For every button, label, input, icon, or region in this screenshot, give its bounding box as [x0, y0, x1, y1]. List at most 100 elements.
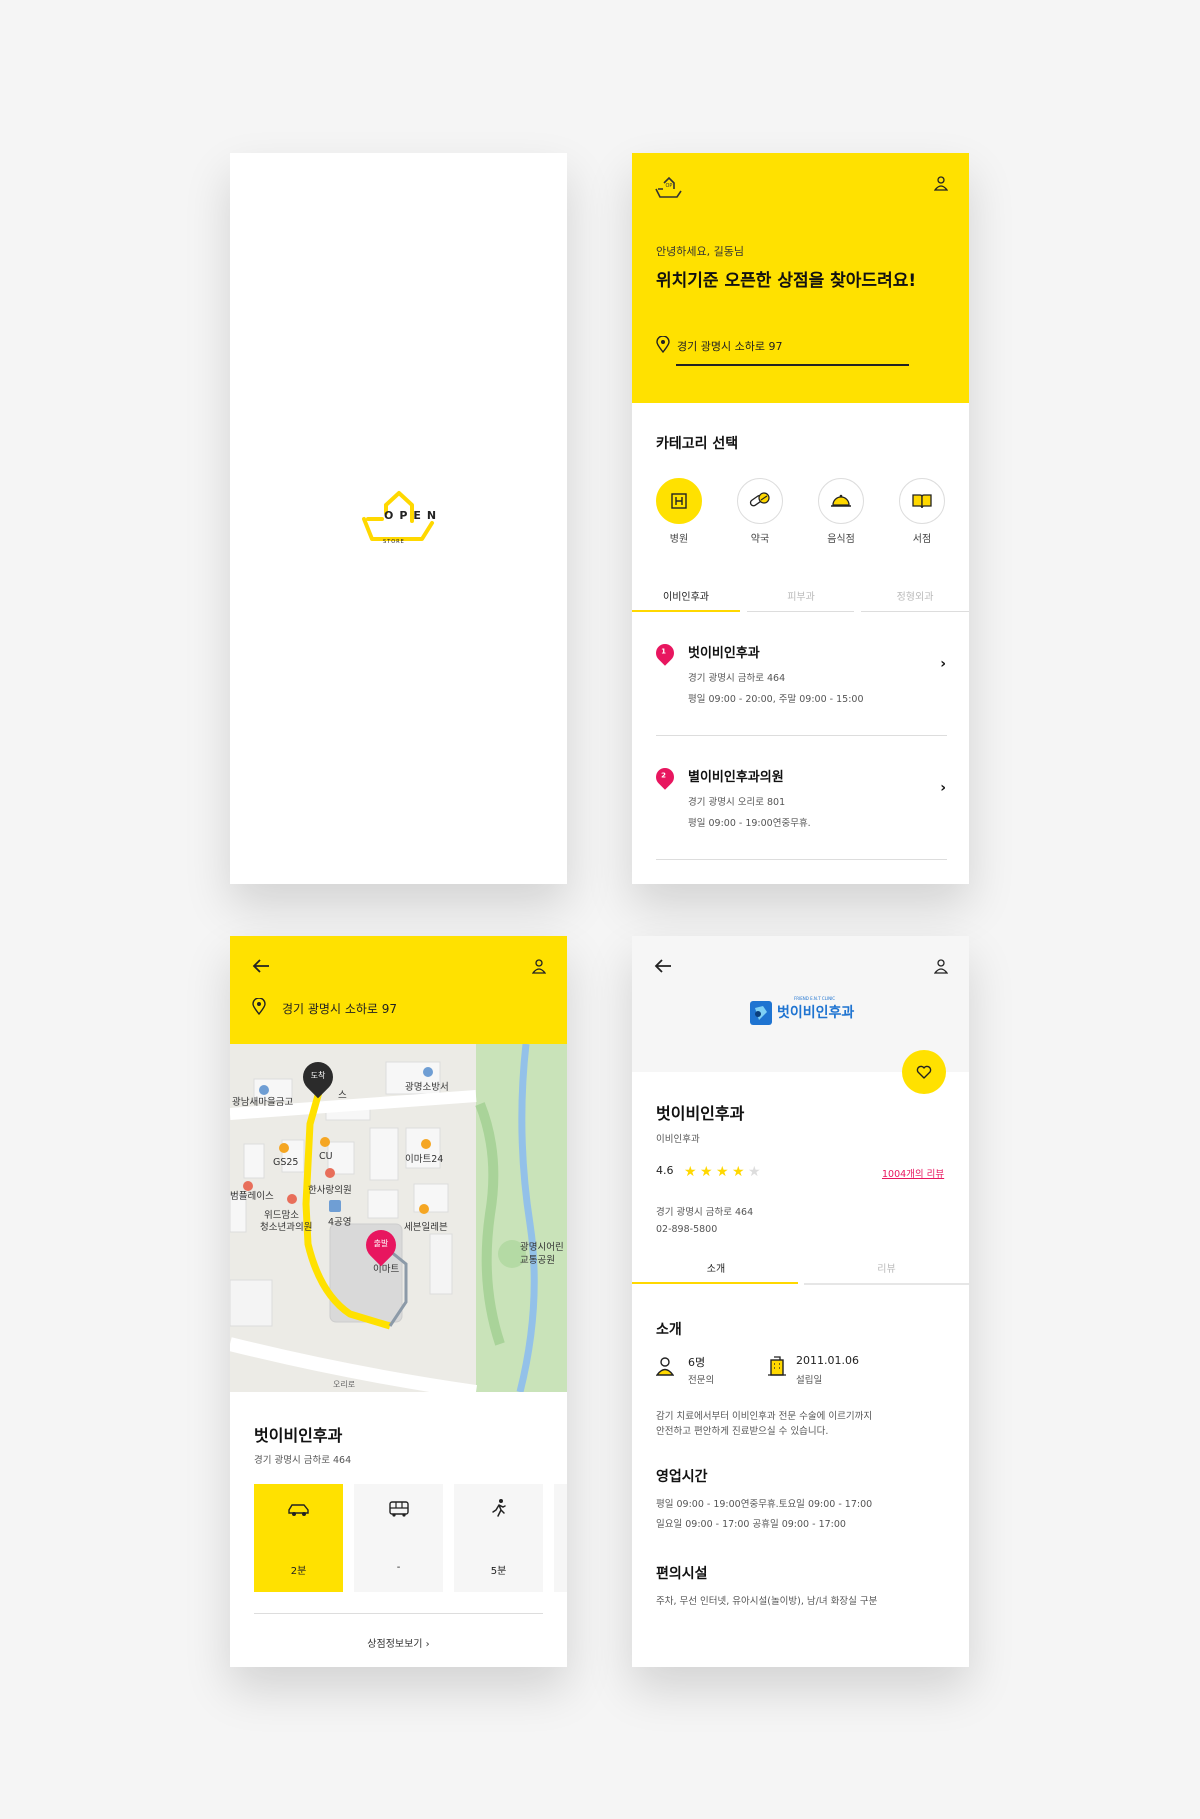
clinic-logo-text: 벗이비인후과 [777, 1005, 855, 1021]
rating-value: 4.6 [656, 1164, 674, 1177]
location-pin-icon [656, 336, 670, 353]
transport-walk-button[interactable]: 5분 [454, 1484, 543, 1592]
hospital-icon [671, 493, 687, 509]
tab-dermatology[interactable]: 피부과 [747, 588, 855, 603]
reviews-link[interactable]: 1004개의 리뷰 [882, 1166, 944, 1180]
category-label: 서점 [912, 534, 932, 545]
map-label: 4공영 [328, 1217, 352, 1228]
facilities-title: 편의시설 [656, 1566, 708, 1582]
clinic-logo-subtext: FRIEND E.N.T CLINIC [794, 996, 836, 1001]
intro-text: 안전하고 편안하게 진료받으실 수 있습니다. [656, 1426, 829, 1437]
store-address: 경기 광명시 오리로 801 [688, 797, 786, 808]
star-empty-icon: ★ [748, 1164, 761, 1180]
category-label: 병원 [669, 534, 689, 545]
favorite-button[interactable] [902, 1050, 946, 1094]
category-hospital[interactable]: 병원 [656, 478, 702, 545]
doctors-count: 6명 [688, 1356, 706, 1369]
walk-icon [492, 1499, 506, 1517]
map-label: GS25 [273, 1157, 299, 1168]
address-field[interactable]: 경기 광명시 소하로 97 [677, 338, 782, 354]
transport-bus-button[interactable]: - [354, 1484, 443, 1592]
map-label: 광명소방서 [405, 1082, 449, 1093]
map-label: 세븐일레븐 [404, 1222, 448, 1233]
tab-active-indicator [632, 1282, 798, 1284]
back-arrow-icon[interactable] [252, 958, 270, 974]
chevron-right-icon: › [940, 656, 946, 672]
store-list-item[interactable]: 1 벗이비인후과 경기 광명시 금하로 464 평일 09:00 - 20:00… [652, 640, 946, 728]
home-screen: OP 안녕하세요, 길동님 위치기준 오픈한 상점을 찾아드려요! 경기 광명시… [632, 153, 969, 884]
category-pharmacy[interactable]: 약국 [737, 478, 783, 545]
logo-wordmark: OPEN [384, 509, 443, 522]
tab-reviews[interactable]: 리뷰 [804, 1260, 969, 1275]
map-label: 교통공원 [520, 1255, 555, 1266]
rank-pin-icon: 1 [652, 640, 678, 666]
departure-label: 출발 [373, 1239, 389, 1248]
tab-intro[interactable]: 소개 [632, 1260, 800, 1275]
transport-time: 5분 [490, 1566, 507, 1577]
arrival-label: 도착 [310, 1071, 326, 1080]
store-hours: 평일 09:00 - 20:00, 주말 09:00 - 15:00 [688, 694, 864, 705]
user-icon[interactable] [934, 175, 948, 191]
store-info-link[interactable]: 상점정보보기 › [230, 1635, 567, 1650]
rank-pin-icon: 2 [652, 764, 678, 790]
hours-text: 일요일 09:00 - 17:00 공휴일 09:00 - 17:00 [656, 1519, 846, 1530]
route-map[interactable]: 광남새마을금고 광명소방서 GS25 CU 이마트24 범플레이스 한사랑의원 … [230, 1044, 567, 1392]
list-divider [656, 735, 947, 736]
map-label: 광명시어린 [520, 1242, 564, 1253]
map-label: 한사랑의원 [308, 1185, 352, 1196]
facilities-text: 주차, 무선 인터넷, 유아시설(놀이방), 남/녀 화장실 구분 [656, 1596, 878, 1607]
category-bookstore[interactable]: 서점 [899, 478, 945, 545]
chevron-right-icon: › [940, 780, 946, 796]
cloche-icon [831, 494, 851, 507]
car-icon [288, 1504, 309, 1516]
map-header: 경기 광명시 소하로 97 [230, 936, 567, 1044]
doctor-icon [656, 1357, 674, 1376]
store-name: 별이비인후과의원 [688, 770, 784, 785]
location-pin-icon [252, 998, 266, 1015]
home-logo-icon[interactable]: OP [654, 175, 684, 201]
category-title: 카테고리 선택 [656, 436, 739, 452]
list-divider [656, 859, 947, 860]
back-arrow-icon[interactable] [654, 958, 672, 974]
transport-car-button[interactable]: 2분 [254, 1484, 343, 1592]
star-filled-icon: ★ [732, 1164, 745, 1180]
star-filled-icon: ★ [684, 1164, 697, 1180]
address-underline [676, 364, 909, 366]
tab-active-indicator [632, 610, 740, 612]
tab-divider [804, 1283, 969, 1285]
map-label: 이마트24 [405, 1154, 444, 1165]
category-restaurant[interactable]: 음식점 [818, 478, 864, 545]
map-address: 경기 광명시 소하로 97 [282, 1002, 398, 1016]
store-name: 벗이비인후과 [688, 646, 760, 661]
transport-time: - [396, 1562, 401, 1573]
user-icon[interactable] [532, 958, 546, 974]
detail-category: 이비인후과 [656, 1134, 700, 1145]
section-divider [254, 1613, 543, 1614]
detail-phone[interactable]: 02-898-5800 [656, 1224, 717, 1235]
map-label: 광남새마을금고 [232, 1097, 294, 1108]
hours-text: 평일 09:00 - 19:00연중무휴.토요일 09:00 - 17:00 [656, 1499, 873, 1510]
map-store-address: 경기 광명시 금하로 464 [254, 1455, 352, 1466]
intro-title: 소개 [656, 1322, 682, 1338]
user-icon[interactable] [934, 958, 948, 974]
tab-divider [861, 611, 969, 612]
detail-address: 경기 광명시 금하로 464 [656, 1207, 754, 1218]
tab-ent[interactable]: 이비인후과 [632, 588, 740, 603]
store-list-item[interactable]: 2 별이비인후과의원 경기 광명시 오리로 801 평일 09:00 - 19:… [652, 764, 946, 852]
tab-divider [747, 611, 854, 612]
pill-icon [749, 492, 770, 507]
home-header: OP 안녕하세요, 길동님 위치기준 오픈한 상점을 찾아드려요! 경기 광명시… [632, 153, 969, 403]
founded-date: 2011.01.06 [796, 1354, 859, 1367]
intro-text: 감기 치료에서부터 이비인후과 전문 수술에 이르기까지 [656, 1411, 873, 1422]
detail-store-name: 벗이비인후과 [656, 1104, 745, 1123]
star-filled-icon: ★ [716, 1164, 729, 1180]
map-label: CU [319, 1151, 333, 1162]
founded-label: 설립일 [796, 1375, 823, 1386]
svg-text:OP: OP [666, 183, 673, 189]
detail-screen: 벗이비인후과 FRIEND E.N.T CLINIC 벗이비인후과 이비인후과 … [632, 936, 969, 1667]
tab-orthopedics[interactable]: 정형외과 [861, 588, 969, 603]
category-label: 음식점 [827, 534, 855, 545]
building-icon [768, 1356, 786, 1376]
map-screen: 경기 광명시 소하로 97 광남새마을금고 광명소방서 GS25 CU 이마트2… [230, 936, 567, 1667]
map-label: 스 [338, 1090, 347, 1101]
